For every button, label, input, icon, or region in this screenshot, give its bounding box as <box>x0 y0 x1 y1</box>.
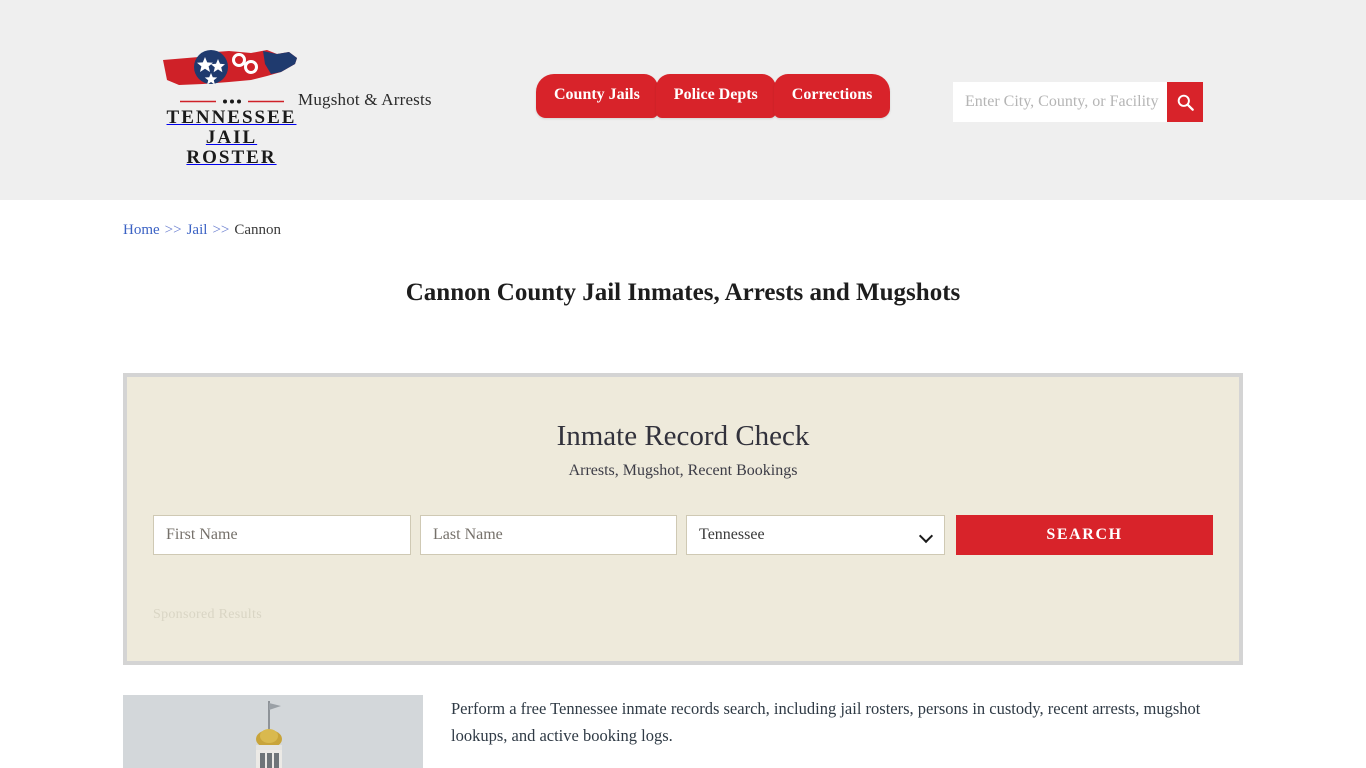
page-title: Cannon County Jail Inmates, Arrests and … <box>405 279 961 306</box>
article-section: Perform a free Tennessee inmate records … <box>123 695 1243 768</box>
header-search-button[interactable] <box>1167 82 1203 122</box>
record-check-title: Inmate Record Check <box>556 420 810 452</box>
state-select-wrapper: Tennessee <box>686 514 956 555</box>
header-search <box>953 82 1203 122</box>
page-content: Home >> Jail >> Cannon Cannon County Jail In… <box>123 200 1243 768</box>
logo-line-1: TENNESSEE <box>166 107 297 128</box>
breadcrumb-separator-1: >> <box>164 222 182 238</box>
breadcrumb-link-jail[interactable]: Jail <box>187 222 208 238</box>
site-header: TENNESSEE JAIL ROSTER Mugshot & Arrests … <box>0 0 1366 200</box>
courthouse-image <box>123 695 423 768</box>
nav-item-county-jails[interactable]: County Jails <box>536 74 658 118</box>
breadcrumb: Home >> Jail >> Cannon <box>123 200 1243 241</box>
nav-item-corrections[interactable]: Corrections <box>773 74 891 118</box>
nav-item-police-depts[interactable]: Police Depts <box>655 74 776 118</box>
search-icon <box>1177 94 1194 111</box>
sponsored-results-label: Sponsored Results <box>153 606 262 622</box>
header-inner: TENNESSEE JAIL ROSTER Mugshot & Arrests … <box>123 0 1243 200</box>
article-body: Perform a free Tennessee inmate records … <box>423 695 1243 768</box>
logo-divider-icon <box>179 99 284 104</box>
inmate-record-check-panel: Inmate Record Check Arrests, Mugshot, Re… <box>123 373 1243 665</box>
state-select[interactable]: Tennessee <box>686 514 946 555</box>
logo-wordmark: TENNESSEE JAIL ROSTER <box>159 108 304 168</box>
article-paragraph-1: Perform a free Tennessee inmate records … <box>451 699 1201 746</box>
site-logo[interactable]: TENNESSEE JAIL ROSTER <box>159 46 304 168</box>
record-check-form: Tennessee SEARCH <box>153 514 1213 555</box>
logo-line-2: JAIL ROSTER <box>186 127 277 168</box>
main-navigation: County Jails Police Depts Corrections <box>536 74 891 118</box>
breadcrumb-current: Cannon <box>234 222 282 238</box>
breadcrumb-separator-2: >> <box>212 222 230 238</box>
courthouse-photo-graphic <box>123 695 423 768</box>
breadcrumb-link-home[interactable]: Home <box>123 222 160 238</box>
last-name-input[interactable] <box>420 514 678 555</box>
record-check-subtitle: Arrests, Mugshot, Recent Bookings <box>568 461 798 479</box>
site-tagline: Mugshot & Arrests <box>298 90 432 109</box>
tennessee-state-outline-with-handcuffs-icon <box>163 50 297 85</box>
first-name-input[interactable] <box>153 514 412 555</box>
header-search-input[interactable] <box>953 82 1167 122</box>
record-check-search-button[interactable]: SEARCH <box>956 514 1213 555</box>
